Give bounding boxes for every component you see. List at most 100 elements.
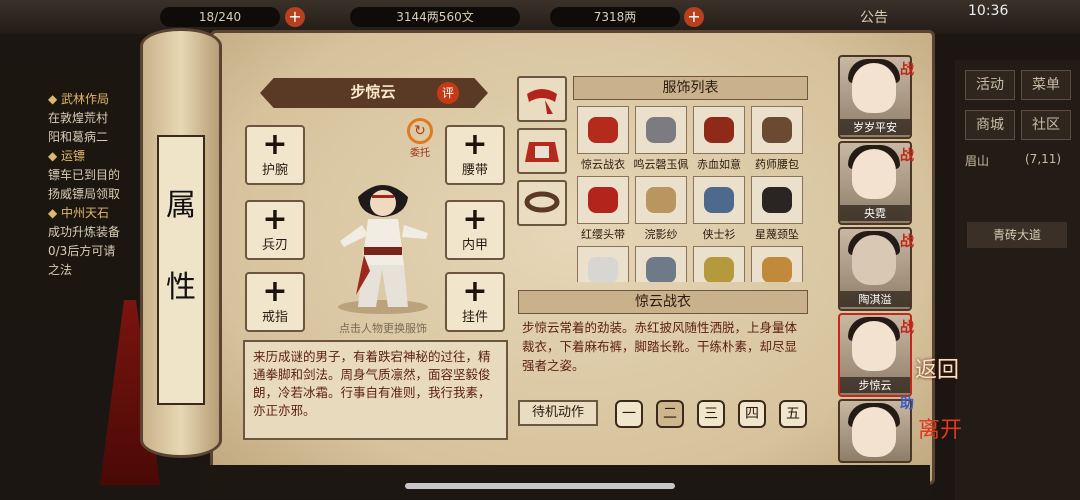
clothing-item[interactable] [749, 244, 805, 282]
pose-button[interactable]: 一 [615, 400, 643, 428]
slot-pendant[interactable]: + 挂件 [445, 272, 505, 332]
clothing-item[interactable]: 惊云战衣 [575, 104, 631, 171]
plus-icon: + [462, 274, 488, 309]
clothing-item-icon [577, 246, 629, 282]
roster-name: 陶淇溢 [840, 291, 910, 307]
location-coords: (7,11) [1025, 152, 1062, 166]
clothing-item[interactable] [691, 244, 747, 282]
slot-ring[interactable]: + 戒指 [245, 272, 305, 332]
add-silver-button[interactable]: + [684, 7, 704, 27]
clothing-item-icon [635, 106, 687, 154]
clothing-item-name: 侠士衫 [702, 228, 736, 241]
clothing-item-name: 星蔑颈坠 [755, 228, 799, 241]
battle-tag: 战 [900, 234, 914, 250]
plus-icon: + [262, 202, 288, 237]
slot-belt[interactable]: + 腰带 [445, 125, 505, 185]
clothing-item[interactable]: 赤血如意 [691, 104, 747, 171]
slot-wrist[interactable]: + 护腕 [245, 125, 305, 185]
quest-text: 成功升炼装备 [48, 225, 121, 239]
home-indicator[interactable] [405, 483, 675, 489]
character-portrait[interactable] [318, 175, 448, 315]
slot-label: 内甲 [461, 238, 488, 253]
quest-text: 扬威镖局领取 [48, 187, 121, 201]
quest-title[interactable]: ◆ 运镖 [48, 147, 150, 166]
battle-tag: 战 [900, 320, 914, 336]
consign-icon: ↻ [407, 118, 433, 144]
slot-weapon[interactable]: + 兵刃 [245, 200, 305, 260]
activity-button[interactable]: 活动 [965, 70, 1015, 100]
bottom-nav [200, 465, 930, 499]
clothing-item-icon [577, 106, 629, 154]
character-name: 步惊云 [350, 83, 396, 101]
clothing-item-icon [635, 246, 687, 282]
change-outfit-hint: 点击人物更换服饰 [339, 322, 427, 335]
tab-clothes[interactable] [517, 128, 567, 174]
plus-icon: + [462, 127, 488, 162]
quest-panel[interactable]: ◆ 武林作局 在敦煌荒村 阳和葛病二 ◆ 运镖 镖车已到目的 扬威镖局领取 ◆ … [0, 60, 150, 320]
clothing-item-icon [751, 246, 803, 282]
clothing-list-title: 服饰列表 [573, 76, 808, 100]
slot-armor[interactable]: + 内甲 [445, 200, 505, 260]
clothing-item[interactable]: 红缨头带 [575, 174, 631, 241]
item-swatch [762, 187, 792, 213]
menu-button[interactable]: 菜单 [1021, 70, 1071, 100]
road-label[interactable]: 青砖大道 [967, 222, 1067, 248]
character-description: 来历成谜的男子，有着跌宕神秘的过往，精通拳脚和剑法。周身气质凛然，面容坚毅俊朗，… [243, 340, 508, 440]
pose-button[interactable]: 三 [697, 400, 725, 428]
clothing-item[interactable]: 侠士衫 [691, 174, 747, 241]
plus-icon: + [262, 127, 288, 162]
add-bag-button[interactable]: + [285, 7, 305, 27]
item-swatch [704, 257, 734, 282]
copper-balance: 3144两560文 [350, 7, 520, 27]
pose-button[interactable]: 二 [656, 400, 684, 428]
tab-accessory[interactable] [517, 180, 567, 226]
quest-title[interactable]: ◆ 武林作局 [48, 90, 150, 109]
clothing-item-icon [635, 176, 687, 224]
shop-button[interactable]: 商城 [965, 110, 1015, 140]
clothing-grid: 惊云战衣 鸣云磬玉佩 赤血如意 药师腰包红缨头带 浣影纱 侠士衫 星蔑颈坠 [573, 102, 808, 282]
clothing-item[interactable] [633, 244, 689, 282]
item-swatch [704, 117, 734, 143]
item-swatch [704, 187, 734, 213]
quest-title[interactable]: ◆ 中州天石 [48, 204, 150, 223]
clothing-item-name: 惊云战衣 [581, 158, 625, 171]
consign-label: 委托 [410, 148, 430, 159]
clothing-item[interactable]: 星蔑颈坠 [749, 174, 805, 241]
clothing-item[interactable]: 鸣云磬玉佩 [633, 104, 689, 171]
community-button[interactable]: 社区 [1021, 110, 1071, 140]
back-button[interactable]: 返回 [915, 360, 965, 382]
pose-button[interactable]: 五 [779, 400, 807, 428]
item-swatch [762, 257, 792, 282]
clothing-item-name: 赤血如意 [697, 158, 741, 171]
review-button[interactable]: 评 [437, 82, 459, 104]
clothing-item-icon [693, 246, 745, 282]
portrait-face [852, 149, 896, 199]
pose-button[interactable]: 四 [738, 400, 766, 428]
quest-text: 镖车已到目的 [48, 168, 121, 182]
clothing-item-name: 药师腰包 [755, 158, 799, 171]
bag-capacity: 18/240 [160, 7, 280, 27]
clothing-item-name: 红缨头带 [581, 228, 625, 241]
leave-button[interactable]: 离开 [918, 420, 968, 442]
slot-label: 挂件 [461, 310, 488, 325]
status-time: 10:36 [968, 3, 1009, 19]
plus-icon: + [462, 202, 488, 237]
slot-label: 兵刃 [261, 238, 288, 253]
consign-button[interactable]: ↻ 委托 [405, 118, 435, 159]
portrait-face [852, 321, 896, 371]
clothing-item-icon [577, 176, 629, 224]
portrait-face [852, 235, 896, 285]
support-tag: 助 [900, 396, 914, 412]
slot-label: 护腕 [261, 163, 288, 178]
item-swatch [588, 117, 618, 143]
quest-text: 阳和葛病二 [48, 130, 109, 144]
clothing-item[interactable]: 浣影纱 [633, 174, 689, 241]
tab-headband[interactable] [517, 76, 567, 122]
clothing-item[interactable]: 药师腰包 [749, 104, 805, 171]
clothing-item[interactable] [575, 244, 631, 282]
item-swatch [646, 117, 676, 143]
item-swatch [588, 257, 618, 282]
notice-button[interactable]: 公告 [860, 7, 888, 27]
roster-name: 央霓 [840, 205, 910, 221]
portrait-face [852, 407, 896, 457]
